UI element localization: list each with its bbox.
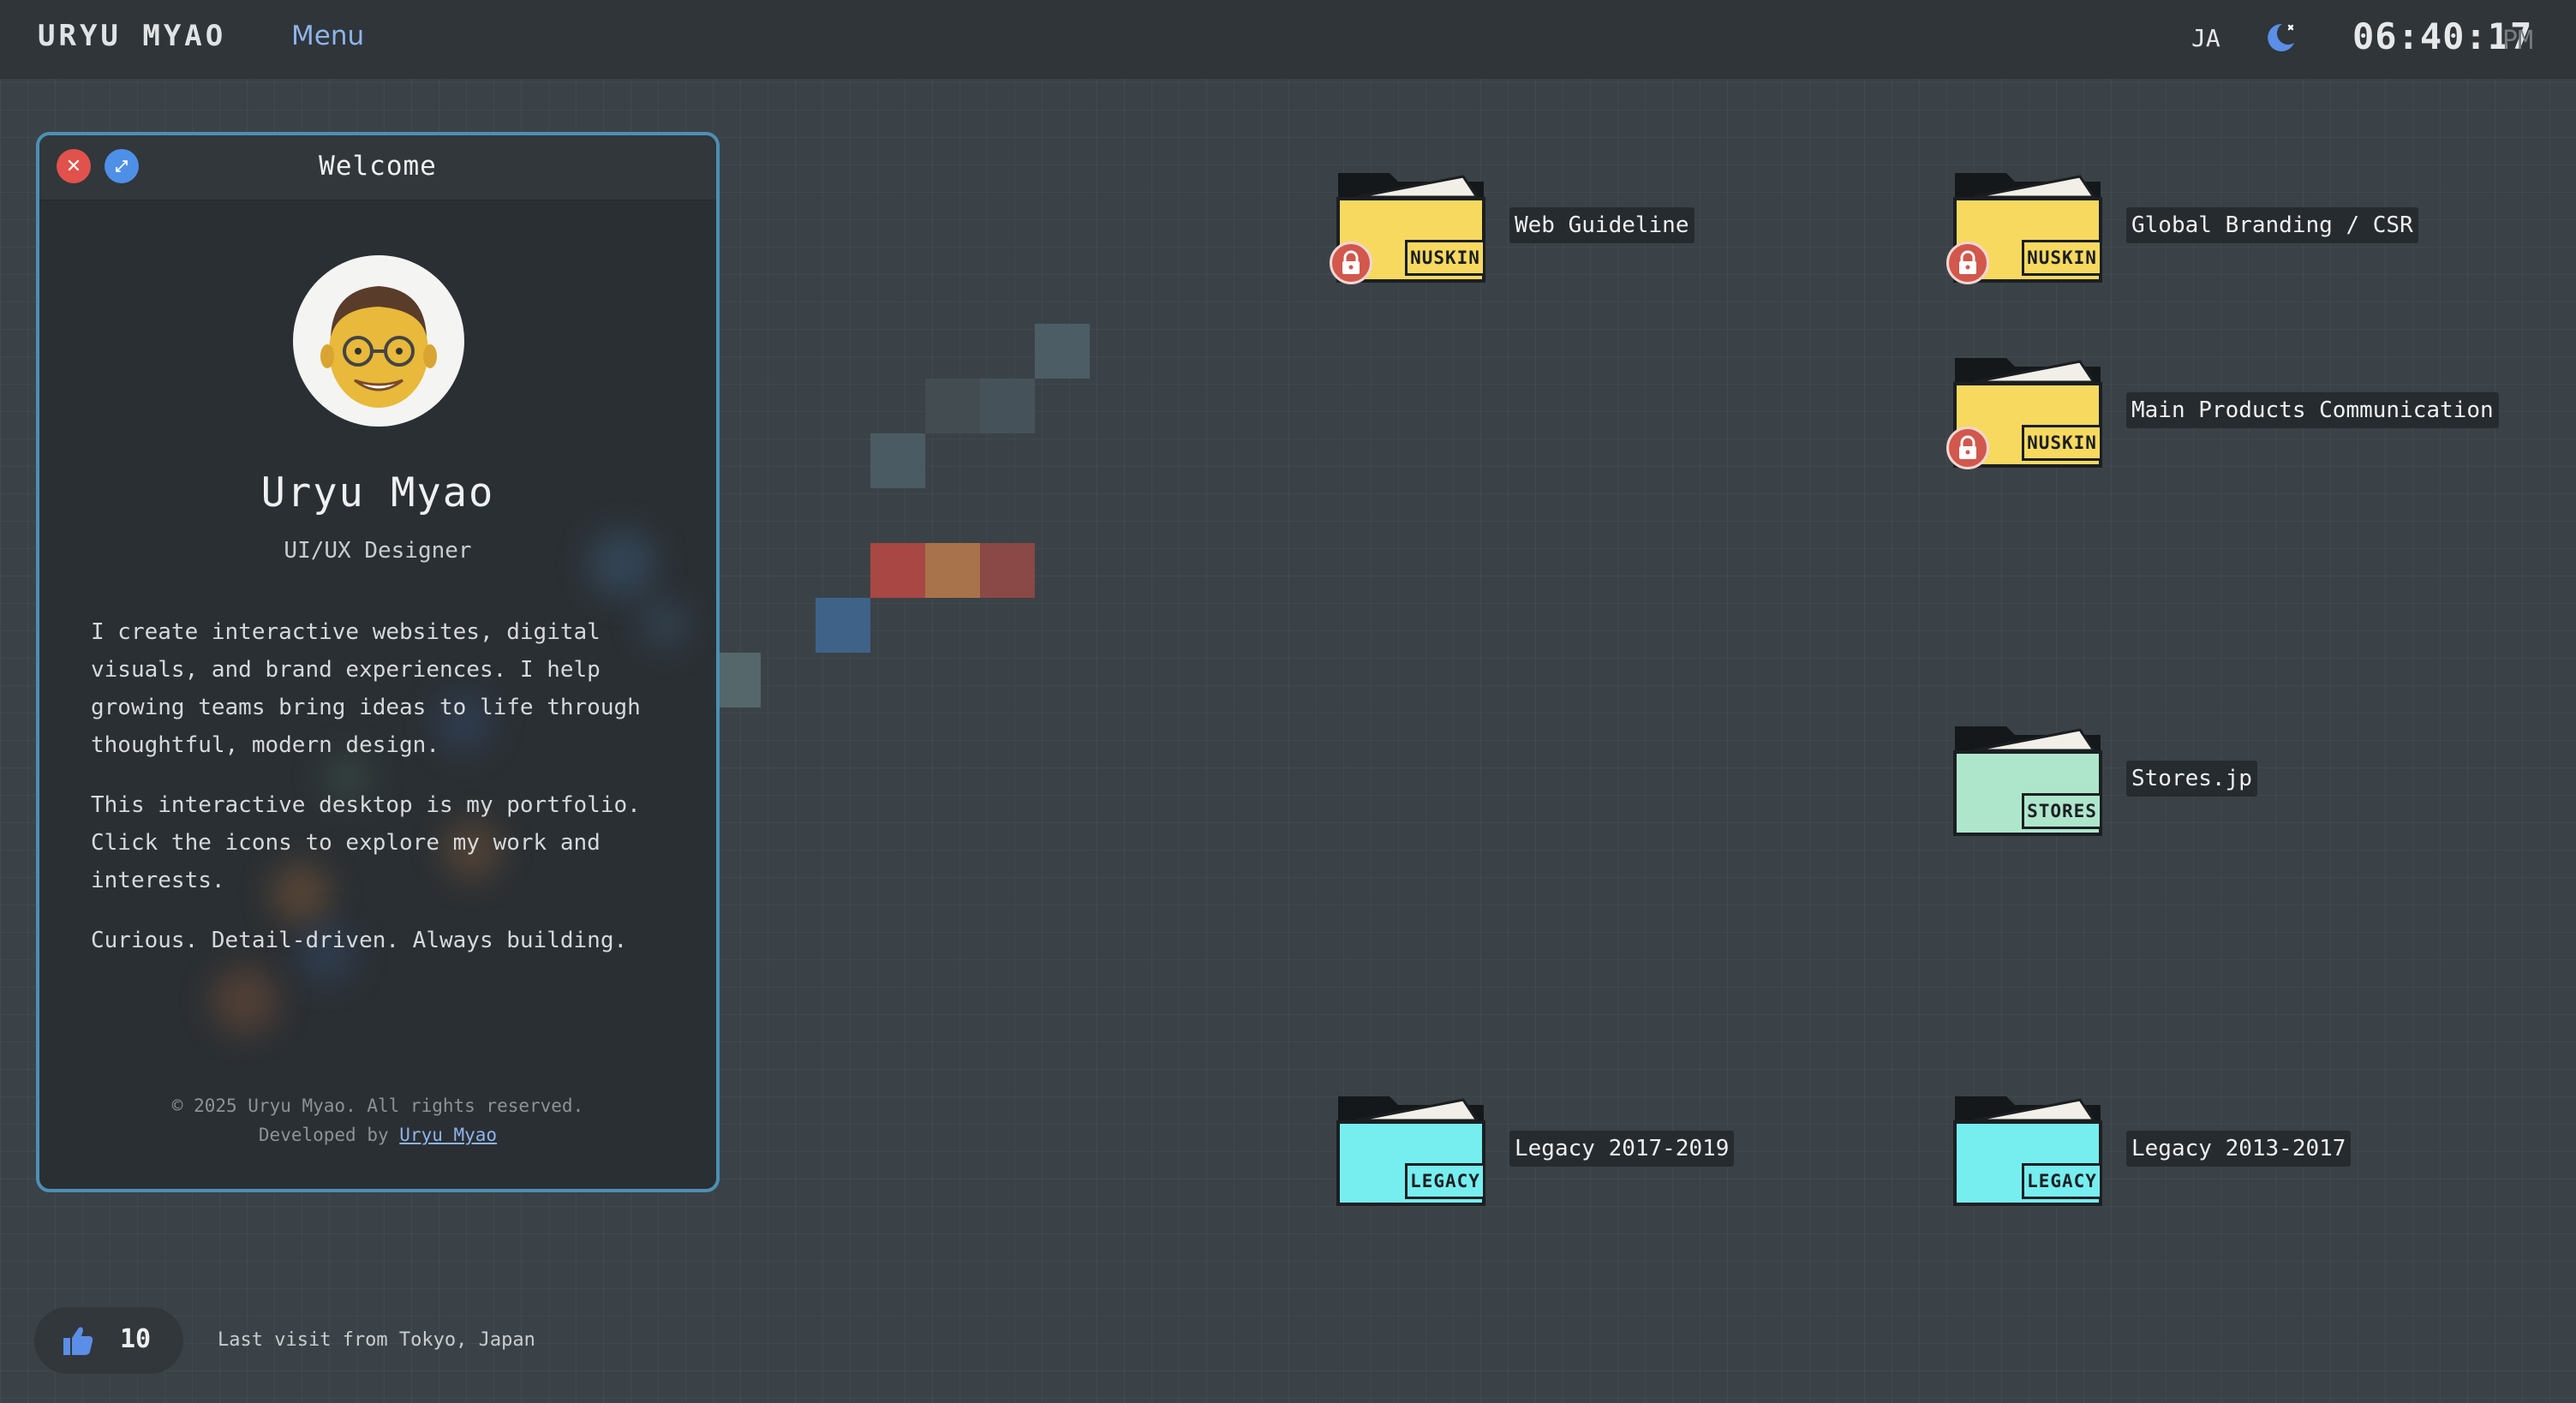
pixel-tile [816, 598, 870, 653]
lock-icon [1330, 242, 1372, 284]
developer-link[interactable]: Uryu Myao [399, 1125, 497, 1145]
folder-icon[interactable]: LEGACY [1951, 1091, 2123, 1220]
folder-tag: LEGACY [1405, 1163, 1485, 1199]
window-titlebar[interactable]: ✕ ⤢ Welcome [39, 135, 716, 200]
memoji-avatar [293, 255, 464, 427]
pixel-tile [925, 543, 980, 598]
developed-by-label: Developed by [258, 1125, 389, 1145]
bio-paragraph: This interactive desktop is my portfolio… [91, 792, 641, 893]
folder-tag: NUSKIN [2022, 425, 2102, 461]
menu-button[interactable]: Menu [291, 21, 364, 51]
folder-icon[interactable]: NUSKIN [1330, 168, 1506, 296]
last-visit-text: Last visit from Tokyo, Japan [218, 1329, 535, 1351]
folder-label[interactable]: Web Guideline [1509, 207, 1694, 243]
thumbs-up-icon [63, 1327, 93, 1355]
developed-by-line: Developed by Uryu Myao [39, 1120, 716, 1149]
like-count: 10 [120, 1324, 152, 1354]
folder-tag: NUSKIN [2022, 240, 2102, 276]
folder-icon[interactable]: NUSKIN [1946, 353, 2123, 481]
welcome-window[interactable]: ✕ ⤢ Welcome Uryu Myao UI/UX Designer I c… [36, 132, 720, 1192]
top-bar: URYU MYAO Menu JA 06:40:17 PM [0, 0, 2576, 79]
window-footer: © 2025 Uryu Myao. All rights reserved. D… [39, 1091, 716, 1149]
pixel-tile [870, 543, 925, 598]
pixel-tile [980, 379, 1035, 433]
profile-role: UI/UX Designer [284, 538, 472, 564]
folder-label[interactable]: Legacy 2013-2017 [2126, 1131, 2352, 1167]
pixel-tile [925, 379, 980, 433]
folder-tag: STORES [2022, 793, 2102, 829]
moon-icon[interactable] [2262, 19, 2299, 57]
bio-paragraph: I create interactive websites, digital v… [91, 619, 641, 758]
folder-label[interactable]: Legacy 2017-2019 [1509, 1131, 1735, 1167]
like-button[interactable]: 10 [34, 1307, 183, 1374]
clock-ampm: PM [2502, 26, 2534, 56]
window-title: Welcome [319, 151, 437, 182]
pixel-tile [980, 543, 1035, 598]
copyright-text: © 2025 Uryu Myao. All rights reserved. [171, 1096, 584, 1116]
pixel-tile [870, 433, 925, 488]
folder-tag: NUSKIN [1405, 240, 1485, 276]
lock-icon [1946, 427, 1989, 469]
bio-paragraph: Curious. Detail-driven. Always building. [91, 928, 628, 953]
decor-blob [211, 966, 279, 1035]
folder-icon[interactable]: NUSKIN [1946, 168, 2123, 296]
pixel-tile [1035, 324, 1090, 379]
folder-label[interactable]: Main Products Communication [2126, 392, 2499, 428]
folder-tag: LEGACY [2022, 1163, 2102, 1199]
brand-logo[interactable]: URYU MYAO [38, 19, 226, 53]
folder-icon[interactable]: LEGACY [1335, 1091, 1506, 1220]
folder-label[interactable]: Global Branding / CSR [2126, 207, 2418, 243]
profile-name: Uryu Myao [260, 469, 495, 516]
lock-icon [1946, 242, 1989, 284]
folder-label[interactable]: Stores.jp [2126, 761, 2257, 797]
language-toggle[interactable]: JA [2191, 24, 2220, 52]
folder-icon[interactable]: STORES [1951, 721, 2123, 850]
